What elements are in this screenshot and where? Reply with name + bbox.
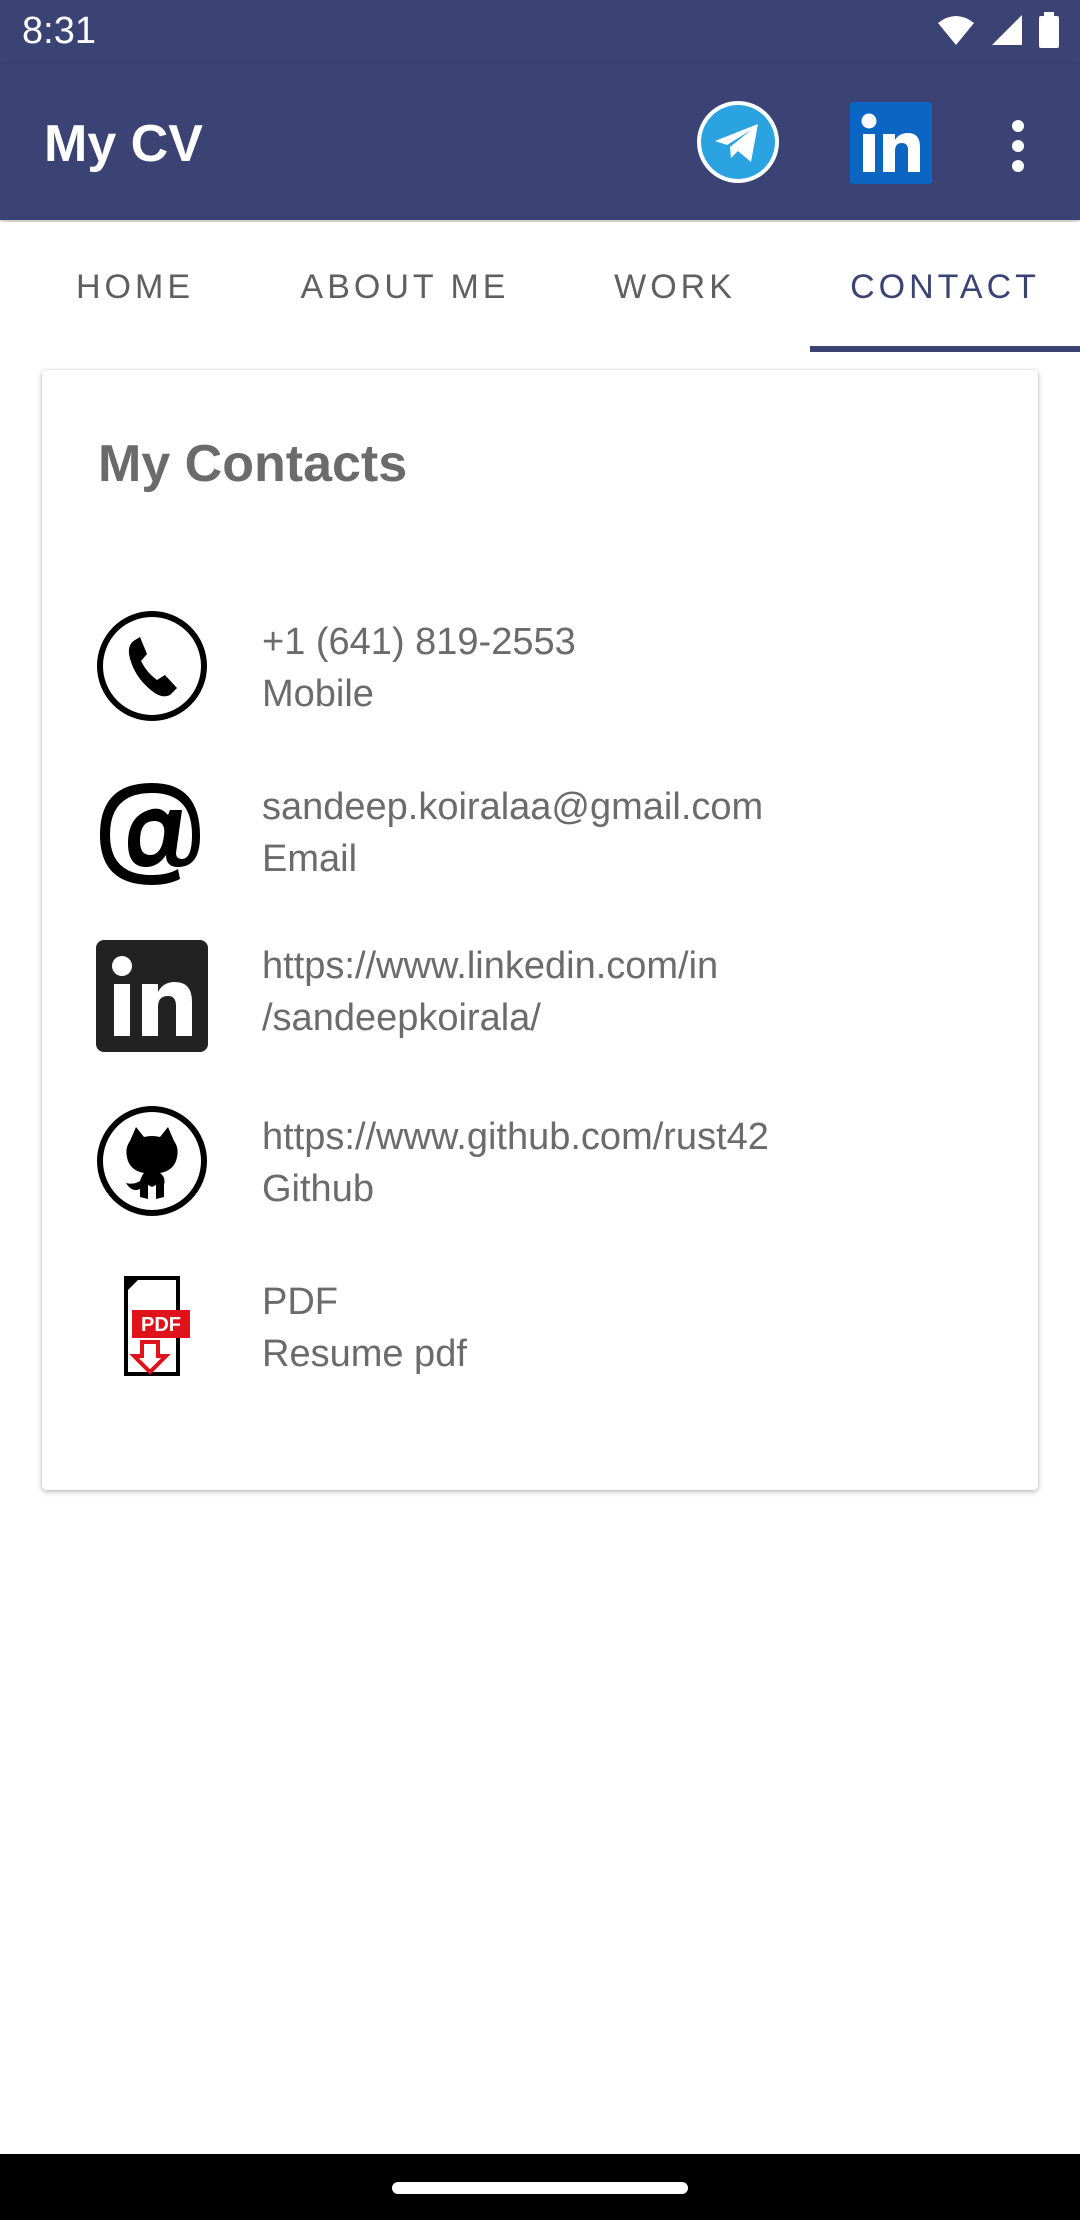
linkedin-icon	[850, 102, 932, 184]
tab-home[interactable]: HOME	[0, 222, 270, 352]
github-icon	[96, 1105, 208, 1217]
contacts-card: My Contacts +1 (641) 819-2553 Mobile san…	[42, 370, 1038, 1490]
contact-linkedin[interactable]: https://www.linkedin.com/in /sandeepkoir…	[42, 940, 1038, 1060]
home-handle[interactable]	[392, 2182, 688, 2194]
tab-bar: HOME ABOUT ME WORK CONTACT	[0, 222, 1080, 352]
wifi-icon	[938, 16, 974, 45]
svg-text:PDF: PDF	[141, 1314, 181, 1336]
status-bar: 8:31	[0, 0, 1080, 64]
telegram-button[interactable]	[696, 100, 780, 184]
linkedin-button[interactable]	[850, 102, 932, 184]
tab-indicator	[810, 346, 1080, 352]
linkedin-icon	[96, 940, 208, 1052]
contact-github[interactable]: https://www.github.com/rust42 Github	[42, 1105, 1038, 1225]
contact-primary: PDF	[262, 1281, 338, 1323]
tab-work[interactable]: WORK	[540, 222, 810, 352]
more-vert-icon	[1012, 120, 1024, 172]
contact-secondary: /sandeepkoirala/	[262, 997, 541, 1039]
pdf-icon: PDF	[96, 1270, 208, 1382]
contact-phone[interactable]: +1 (641) 819-2553 Mobile	[42, 610, 1038, 730]
contact-pdf[interactable]: PDF PDF Resume pdf	[42, 1270, 1038, 1390]
battery-icon	[1039, 12, 1059, 48]
contact-email[interactable]: sandeep.koiralaa@gmail.com Email	[42, 775, 1038, 895]
contact-secondary: Mobile	[262, 673, 374, 715]
signal-icon	[992, 15, 1022, 45]
contact-primary: https://www.github.com/rust42	[262, 1116, 769, 1158]
contact-secondary: Github	[262, 1168, 374, 1210]
contact-primary: +1 (641) 819-2553	[262, 621, 576, 663]
tab-about-me[interactable]: ABOUT ME	[270, 222, 540, 352]
at-icon	[96, 775, 208, 887]
card-title: My Contacts	[98, 435, 408, 493]
tab-contact[interactable]: CONTACT	[810, 222, 1080, 352]
status-time: 8:31	[22, 10, 96, 52]
app-title: My CV	[44, 115, 203, 173]
status-icons	[936, 12, 1060, 48]
contact-secondary: Email	[262, 838, 358, 880]
contact-primary: sandeep.koiralaa@gmail.com	[262, 786, 764, 828]
contact-primary: https://www.linkedin.com/in	[262, 945, 719, 987]
overflow-menu-button[interactable]	[1000, 116, 1036, 176]
navigation-bar	[0, 2154, 1080, 2220]
contact-secondary: Resume pdf	[262, 1333, 467, 1375]
telegram-icon	[697, 101, 779, 183]
phone-icon	[96, 610, 208, 722]
app-bar: My CV	[0, 64, 1080, 220]
